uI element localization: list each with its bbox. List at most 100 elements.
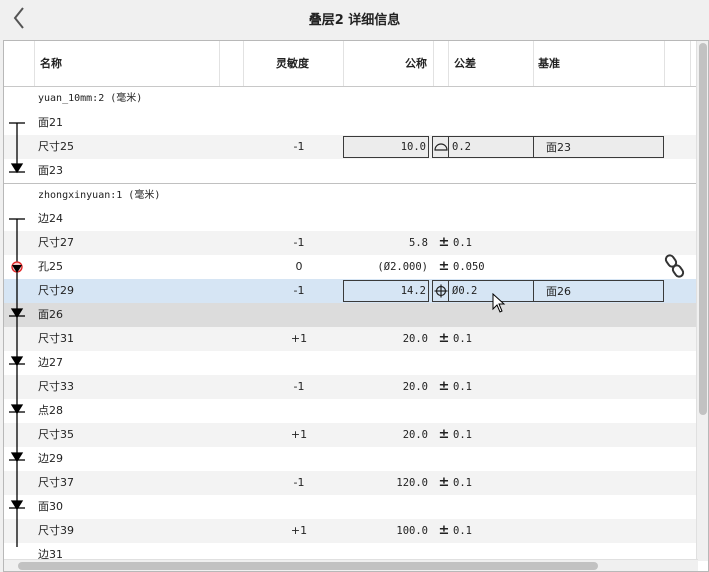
tolerance-value: 0.2 [452, 141, 471, 153]
tolerance-value: 0.1 [453, 477, 472, 489]
nominal-value: 100.0 [396, 525, 428, 537]
feature-name: 面21 [38, 116, 63, 129]
group-row: zhongxinyuan:1 (毫米) [4, 183, 698, 207]
nominal-field[interactable]: 14.2 [343, 280, 429, 302]
feature-name: 尺寸39 [38, 524, 74, 537]
stackup-table: 名称 灵敏度 公称 公差 基准 yuan_10mm:2 (毫米) 面21 尺寸2… [3, 40, 709, 572]
feature-name: 面30 [38, 500, 63, 513]
table-row[interactable]: 尺寸39 +1 100.0 ± 0.1 [4, 519, 698, 543]
feature-name: 尺寸37 [38, 476, 74, 489]
nominal-value: 120.0 [396, 477, 428, 489]
feature-name: 边24 [38, 212, 63, 225]
horizontal-scrollbar[interactable] [4, 559, 698, 571]
sensitivity-value: +1 [290, 332, 308, 345]
sensitivity-value: -1 [293, 380, 305, 393]
table-row[interactable]: 边27 [4, 351, 698, 375]
feature-name: 点28 [38, 404, 63, 417]
feature-name: 尺寸27 [38, 236, 74, 249]
sensitivity-value: -1 [293, 140, 305, 153]
column-header-datum[interactable]: 基准 [538, 41, 560, 86]
table-row[interactable]: 点28 [4, 399, 698, 423]
table-row[interactable]: 尺寸31 +1 20.0 ± 0.1 [4, 327, 698, 351]
table-row[interactable]: 孔25 0 (Ø2.000) ± 0.050 [4, 255, 698, 279]
datum-field[interactable]: 面23 [533, 136, 664, 158]
table-row-selected[interactable]: 尺寸29 -1 14.2 Ø0.2 面26 [4, 279, 698, 303]
datum-value: 面23 [546, 141, 571, 154]
nominal-value: (Ø2.000) [377, 261, 428, 273]
group-row: yuan_10mm:2 (毫米) [4, 87, 698, 111]
nominal-value: 14.2 [400, 285, 426, 297]
title-bar: 叠层2 详细信息 [0, 0, 709, 36]
nominal-value: 20.0 [402, 381, 428, 393]
nominal-field[interactable]: 10.0 [343, 136, 429, 158]
feature-name: 面26 [38, 308, 63, 321]
table-row[interactable]: 尺寸33 -1 20.0 ± 0.1 [4, 375, 698, 399]
table-row[interactable]: 尺寸25 -1 10.0 0.2 面23 [4, 135, 698, 159]
plus-minus-symbol: ± [438, 235, 450, 250]
tolerance-field[interactable]: Ø0.2 [448, 280, 534, 302]
sensitivity-value: +1 [290, 524, 308, 537]
table-row[interactable]: 面26 [4, 303, 698, 327]
link-button[interactable] [664, 253, 686, 282]
tolerance-value: 0.1 [453, 333, 472, 345]
nominal-value: 10.0 [400, 141, 426, 153]
vertical-scrollbar[interactable] [696, 41, 708, 561]
table-header: 名称 灵敏度 公称 公差 基准 [4, 41, 698, 87]
page-title: 叠层2 详细信息 [308, 13, 401, 28]
tolerance-value: Ø0.2 [452, 285, 478, 297]
table-row[interactable]: 尺寸27 -1 5.8 ± 0.1 [4, 231, 698, 255]
chain-link-icon [664, 254, 685, 278]
sensitivity-value: -1 [293, 476, 305, 489]
plus-minus-symbol: ± [438, 259, 450, 274]
table-row[interactable]: 边24 [4, 207, 698, 231]
column-header-name[interactable]: 名称 [40, 41, 62, 86]
feature-name: 尺寸35 [38, 428, 74, 441]
column-header-tolerance[interactable]: 公差 [454, 41, 476, 86]
datum-value: 面26 [546, 285, 571, 298]
tolerance-value: 0.050 [453, 261, 485, 273]
tolerance-value: 0.1 [453, 525, 472, 537]
tolerance-value: 0.1 [453, 381, 472, 393]
plus-minus-symbol: ± [438, 523, 450, 538]
datum-field[interactable]: 面26 [533, 280, 664, 302]
position-icon [434, 284, 448, 298]
feature-name: 面23 [38, 164, 63, 177]
sensitivity-value: +1 [290, 428, 308, 441]
plus-minus-symbol: ± [438, 475, 450, 490]
table-row[interactable]: 面21 [4, 111, 698, 135]
sensitivity-value: -1 [293, 236, 305, 249]
feature-name: 尺寸29 [38, 284, 74, 297]
plus-minus-symbol: ± [438, 331, 450, 346]
column-header-sensitivity[interactable]: 灵敏度 [276, 41, 309, 86]
table-row[interactable]: 面23 [4, 159, 698, 183]
feature-name: 尺寸31 [38, 332, 74, 345]
plus-minus-symbol: ± [438, 379, 450, 394]
vertical-scroll-thumb[interactable] [699, 43, 707, 415]
sensitivity-value: -1 [293, 284, 305, 297]
sensitivity-value: 0 [295, 260, 303, 273]
tolerance-symbol-field[interactable] [432, 136, 449, 158]
tolerance-value: 0.1 [453, 429, 472, 441]
group-label: yuan_10mm:2 (毫米) [38, 93, 143, 104]
horizontal-scroll-thumb[interactable] [18, 562, 598, 570]
nominal-value: 20.0 [402, 333, 428, 345]
table-row[interactable]: 尺寸35 +1 20.0 ± 0.1 [4, 423, 698, 447]
table-row[interactable]: 边29 [4, 447, 698, 471]
feature-name: 边29 [38, 452, 63, 465]
feature-name: 孔25 [38, 260, 63, 273]
nominal-value: 5.8 [409, 237, 428, 249]
table-row[interactable]: 面30 [4, 495, 698, 519]
nominal-value: 20.0 [402, 429, 428, 441]
mouse-pointer-icon [492, 292, 506, 316]
profile-of-surface-icon [434, 143, 448, 151]
plus-minus-symbol: ± [438, 427, 450, 442]
tolerance-symbol-field[interactable] [432, 280, 449, 302]
feature-name: 尺寸33 [38, 380, 74, 393]
feature-name: 尺寸25 [38, 140, 74, 153]
tolerance-field[interactable]: 0.2 [448, 136, 534, 158]
group-label: zhongxinyuan:1 (毫米) [38, 190, 161, 201]
table-row[interactable]: 尺寸37 -1 120.0 ± 0.1 [4, 471, 698, 495]
column-header-nominal[interactable]: 公称 [405, 41, 427, 86]
tolerance-value: 0.1 [453, 237, 472, 249]
feature-name: 边27 [38, 356, 63, 369]
